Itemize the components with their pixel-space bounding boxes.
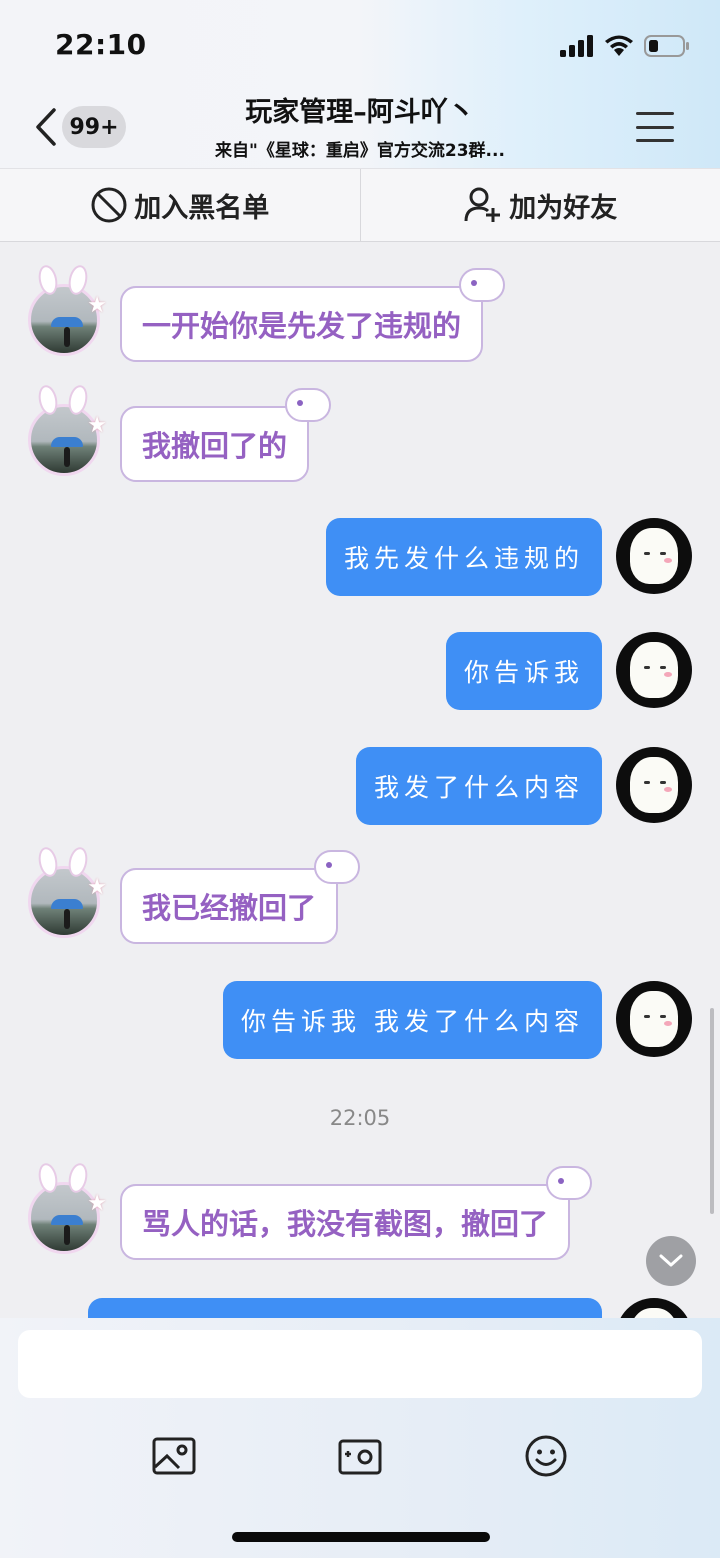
chat-messages[interactable]: ★ 一开始你是先发了违规的 ★ 我撤回了的 我先发什么违规的 你告诉我 我发了什… (0, 242, 720, 1318)
wifi-icon (605, 35, 633, 56)
message-text: 你告诉我 我发了什么内容 (241, 1007, 584, 1036)
battery-icon (644, 35, 689, 57)
message-input[interactable] (18, 1330, 702, 1398)
add-friend-button[interactable]: 加为好友 (359, 169, 720, 241)
status-time: 22:10 (55, 28, 147, 61)
message-text: 我先发什么违规的 (343, 544, 584, 573)
contact-avatar[interactable]: ★ (28, 263, 107, 356)
message-bubble-outgoing[interactable]: 我先发什么违规的 (325, 518, 602, 596)
star-icon: ★ (87, 413, 107, 438)
scroll-to-bottom-button[interactable] (646, 1236, 696, 1286)
menu-button[interactable] (636, 112, 674, 142)
self-avatar[interactable] (616, 518, 692, 594)
status-icons (560, 32, 690, 60)
message-text: 我已经撤回了 (142, 891, 317, 925)
star-icon: ★ (87, 875, 107, 900)
composer (0, 1318, 720, 1558)
contact-avatar[interactable]: ★ (28, 845, 107, 938)
chat-title: 玩家管理–阿斗吖丶 (245, 97, 475, 128)
chevron-down-icon (659, 1254, 683, 1267)
message-bubble-outgoing[interactable]: 我发了什么内容 (355, 747, 602, 825)
unread-badge[interactable]: 99+ (62, 106, 126, 148)
message-bubble-outgoing[interactable]: 你告诉我 (445, 632, 602, 710)
image-icon (152, 1437, 196, 1475)
self-avatar[interactable] (616, 747, 692, 823)
message-timestamp: 22:05 (329, 1106, 391, 1130)
message-bubble-incoming[interactable]: 一开始你是先发了违规的 (120, 268, 506, 362)
add-friend-label: 加为好友 (509, 192, 618, 224)
message-bubble-outgoing[interactable] (88, 1298, 602, 1318)
star-icon: ★ (87, 1191, 107, 1216)
self-avatar[interactable] (616, 632, 692, 708)
scrollbar[interactable] (710, 1008, 714, 1214)
message-text: 一开始你是先发了违规的 (142, 309, 462, 343)
contact-avatar[interactable]: ★ (28, 1161, 107, 1254)
bunny-sticker-icon (314, 850, 361, 884)
image-button[interactable] (150, 1432, 198, 1480)
camera-icon (338, 1439, 382, 1475)
message-text: 我发了什么内容 (373, 773, 584, 802)
chat-subtitle: 来自"《星球：重启》官方交流23群... (215, 141, 505, 161)
self-avatar[interactable] (616, 1298, 692, 1318)
home-indicator[interactable] (232, 1532, 490, 1542)
back-button[interactable] (26, 104, 66, 150)
star-icon: ★ (87, 293, 107, 318)
message-bubble-incoming[interactable]: 我已经撤回了 (120, 850, 361, 944)
chevron-left-icon (36, 108, 56, 146)
emoji-icon (525, 1435, 567, 1477)
emoji-button[interactable] (522, 1432, 570, 1480)
bunny-sticker-icon (285, 388, 332, 422)
composer-toolbar (0, 1432, 720, 1480)
add-to-blacklist-button[interactable]: 加入黑名单 (0, 169, 360, 241)
message-text: 你告诉我 (463, 658, 584, 687)
action-bar: 加入黑名单 加为好友 (0, 168, 720, 242)
camera-button[interactable] (336, 1432, 384, 1480)
message-bubble-incoming[interactable]: 骂人的话，我没有截图，撤回了 (120, 1166, 593, 1260)
message-bubble-incoming[interactable]: 我撤回了的 (120, 388, 332, 482)
blacklist-label: 加入黑名单 (134, 192, 270, 224)
menu-icon (636, 112, 674, 115)
signal-icon (560, 35, 593, 57)
block-icon (91, 187, 127, 223)
message-text: 骂人的话，我没有截图，撤回了 (142, 1207, 549, 1241)
bunny-sticker-icon (546, 1166, 593, 1200)
message-text: 我撤回了的 (142, 429, 288, 463)
self-avatar[interactable] (616, 981, 692, 1057)
message-bubble-outgoing[interactable]: 你告诉我 我发了什么内容 (223, 981, 602, 1059)
add-user-icon (464, 187, 501, 222)
bunny-sticker-icon (459, 268, 506, 302)
contact-avatar[interactable]: ★ (28, 383, 107, 476)
